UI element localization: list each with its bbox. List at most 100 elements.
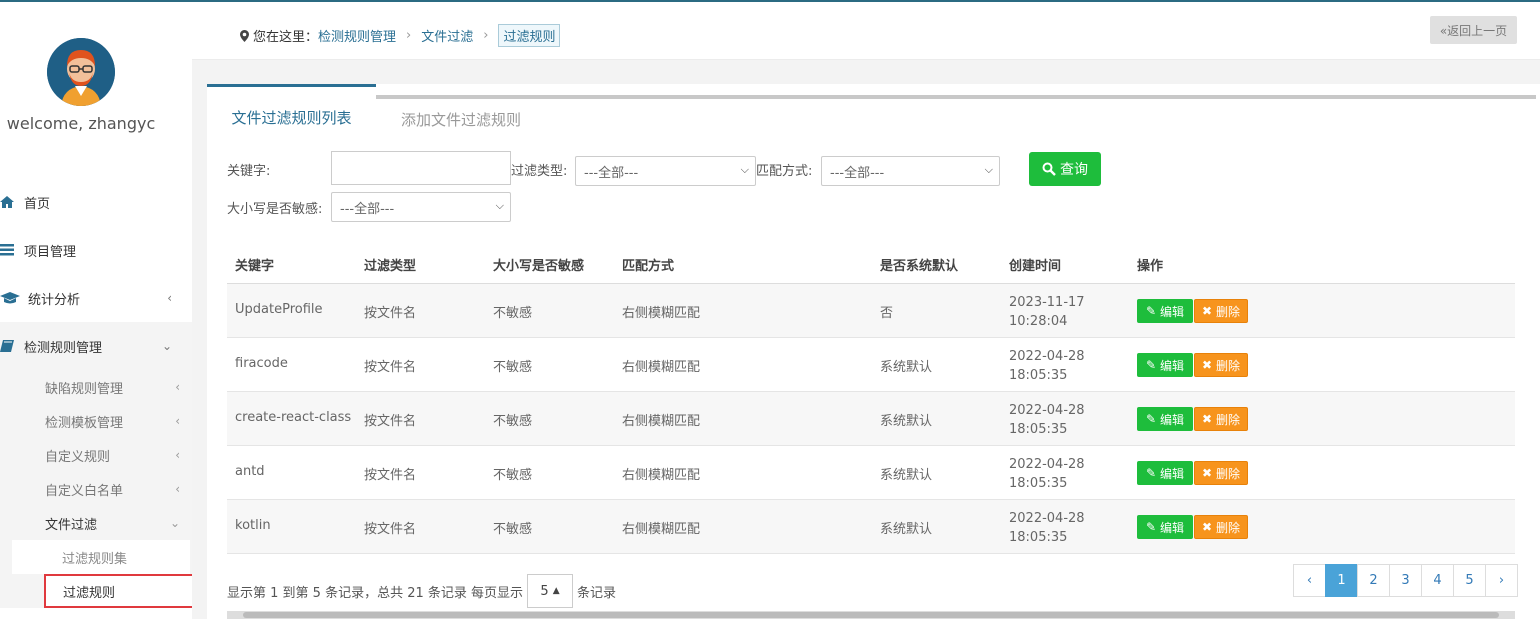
sidebar-item-file-filter[interactable]: 文件过滤 ⌄ (0, 506, 192, 540)
match-type-label: 匹配方式: (756, 164, 813, 179)
edit-button[interactable]: ✎ 编辑 (1137, 461, 1193, 485)
match-type-select[interactable]: ---全部--- ⌵ (821, 156, 1000, 186)
sidebar-item-rules[interactable]: 检测规则管理 ⌄ (0, 322, 192, 370)
cell-date: 2022-04-28 (1009, 403, 1085, 418)
chevron-down-icon: ⌄ (169, 516, 180, 530)
page-button-3[interactable]: 3 (1389, 564, 1422, 597)
edit-label: 编辑 (1159, 358, 1184, 373)
case-sensitive-select[interactable]: ---全部--- ⌵ (331, 192, 511, 222)
chevron-left-icon: ‹ (167, 291, 172, 305)
sidebar-item-filter-rule[interactable]: 过滤规则 (44, 574, 210, 608)
cell-keyword: UpdateProfile (235, 302, 323, 317)
cell-date: 2023-11-17 (1009, 295, 1085, 310)
delete-button[interactable]: ✖ 删除 (1194, 299, 1248, 323)
chevron-down-icon: ⌵ (984, 163, 993, 176)
edit-button[interactable]: ✎ 编辑 (1137, 407, 1193, 431)
delete-button[interactable]: ✖ 删除 (1194, 407, 1248, 431)
delete-label: 删除 (1215, 520, 1240, 535)
table-row: create-react-class 按文件名 不敏感 右侧模糊匹配 系统默认 … (227, 392, 1515, 446)
breadcrumb-link-file-filter[interactable]: 文件过滤 (421, 26, 473, 45)
query-button[interactable]: 查询 (1029, 152, 1101, 186)
edit-button[interactable]: ✎ 编辑 (1137, 515, 1193, 539)
chevron-left-icon: ‹ (175, 414, 180, 428)
delete-button[interactable]: ✖ 删除 (1194, 515, 1248, 539)
record-summary: 显示第 1 到第 5 条记录，总共 21 条记录 每页显示 (227, 585, 524, 601)
edit-button[interactable]: ✎ 编辑 (1137, 353, 1193, 377)
cell-keyword: create-react-class (235, 410, 352, 425)
cell-time: 18:05:35 (1009, 476, 1068, 491)
chevron-left-icon: ‹ (175, 448, 180, 462)
back-button[interactable]: «返回上一页 (1430, 16, 1517, 44)
cell-match: 右侧模糊匹配 (622, 468, 701, 483)
edit-label: 编辑 (1159, 520, 1184, 535)
sidebar-item-label: 自定义规则 (45, 449, 111, 465)
sidebar-item-label: 自定义白名单 (45, 483, 124, 499)
sidebar-item-stats[interactable]: 统计分析 ‹ (0, 274, 192, 322)
table-row: firacode 按文件名 不敏感 右侧模糊匹配 系统默认 2022-04-28… (227, 338, 1515, 392)
column-header-type[interactable]: 过滤类型 (364, 255, 416, 274)
sidebar-item-label: 统计分析 (28, 292, 81, 308)
tab-add-rule[interactable]: 添加文件过滤规则 (376, 99, 546, 139)
list-icon (0, 244, 14, 256)
cell-match: 右侧模糊匹配 (622, 522, 701, 537)
cell-date: 2022-04-28 (1009, 349, 1085, 364)
close-icon: ✖ (1202, 304, 1213, 318)
tab-rule-list[interactable]: 文件过滤规则列表 (207, 84, 376, 148)
chevron-down-icon: ⌄ (161, 339, 172, 353)
delete-button[interactable]: ✖ 删除 (1194, 353, 1248, 377)
sidebar-item-label: 首页 (24, 196, 51, 212)
breadcrumb-separator: › (483, 28, 489, 43)
close-icon: ✖ (1202, 412, 1213, 426)
sidebar-item-whitelist[interactable]: 自定义白名单 ‹ (0, 472, 192, 506)
column-header-default[interactable]: 是否系统默认 (880, 255, 958, 274)
table-row: antd 按文件名 不敏感 右侧模糊匹配 系统默认 2022-04-28 18:0… (227, 446, 1515, 500)
column-header-keyword[interactable]: 关键字 (235, 255, 274, 274)
cell-keyword: antd (235, 464, 265, 479)
filter-type-select[interactable]: ---全部--- ⌵ (575, 156, 756, 186)
edit-button[interactable]: ✎ 编辑 (1137, 299, 1193, 323)
breadcrumb-bar: 您在这里： 检测规则管理 › 文件过滤 › 过滤规则 «返回上一页 (192, 2, 1540, 60)
page-button-4[interactable]: 4 (1421, 564, 1454, 597)
pagination: ‹ 1 2 3 4 5 › (1293, 564, 1518, 597)
column-header-match[interactable]: 匹配方式 (622, 255, 674, 274)
table-row: kotlin 按文件名 不敏感 右侧模糊匹配 系统默认 2022-04-28 18… (227, 500, 1515, 554)
page-size-dropdown[interactable]: 5 ▲ (527, 574, 574, 608)
page-size-value: 5 (540, 583, 549, 599)
caret-up-icon: ▲ (552, 586, 560, 596)
sidebar-item-defect-rules[interactable]: 缺陷规则管理 ‹ (0, 370, 192, 404)
column-header-case[interactable]: 大小写是否敏感 (493, 255, 584, 274)
pencil-icon: ✎ (1146, 466, 1157, 480)
pencil-icon: ✎ (1146, 358, 1157, 372)
case-sensitive-label: 大小写是否敏感: (227, 202, 323, 217)
sidebar-item-templates[interactable]: 检测模板管理 ‹ (0, 404, 192, 438)
user-avatar[interactable] (47, 38, 115, 106)
query-button-label: 查询 (1060, 162, 1088, 178)
filter-type-label: 过滤类型: (511, 164, 568, 179)
delete-label: 删除 (1215, 304, 1240, 319)
sidebar-item-project[interactable]: 项目管理 (0, 226, 192, 274)
keyword-input[interactable] (331, 151, 511, 185)
sidebar-item-custom-rules[interactable]: 自定义规则 ‹ (0, 438, 192, 472)
keyword-label: 关键字: (227, 164, 271, 179)
sidebar-item-home[interactable]: 首页 (0, 178, 192, 226)
page-button-2[interactable]: 2 (1357, 564, 1390, 597)
delete-button[interactable]: ✖ 删除 (1194, 461, 1248, 485)
scrollbar-thumb[interactable] (243, 612, 1499, 618)
cell-case: 不敏感 (493, 522, 533, 537)
sidebar-item-label: 缺陷规则管理 (45, 381, 124, 397)
cell-type: 按文件名 (364, 522, 417, 537)
edit-label: 编辑 (1159, 412, 1184, 427)
sidebar-item-ruleset[interactable]: 过滤规则集 (12, 540, 190, 574)
breadcrumb-prefix: 您在这里： (253, 30, 319, 45)
page-button-5[interactable]: 5 (1453, 564, 1486, 597)
close-icon: ✖ (1202, 520, 1213, 534)
page-prev-button[interactable]: ‹ (1293, 564, 1326, 597)
column-header-created[interactable]: 创建时间 (1009, 255, 1061, 274)
page-button-1[interactable]: 1 (1325, 564, 1358, 597)
sidebar-item-label: 文件过滤 (45, 517, 98, 533)
cell-case: 不敏感 (493, 414, 533, 429)
pagination-summary: 显示第 1 到第 5 条记录，总共 21 条记录 每页显示 5 ▲ 条记录 (227, 574, 616, 608)
page-next-button[interactable]: › (1485, 564, 1518, 597)
horizontal-scrollbar[interactable] (227, 611, 1515, 619)
breadcrumb-link-rules[interactable]: 检测规则管理 (318, 26, 396, 45)
